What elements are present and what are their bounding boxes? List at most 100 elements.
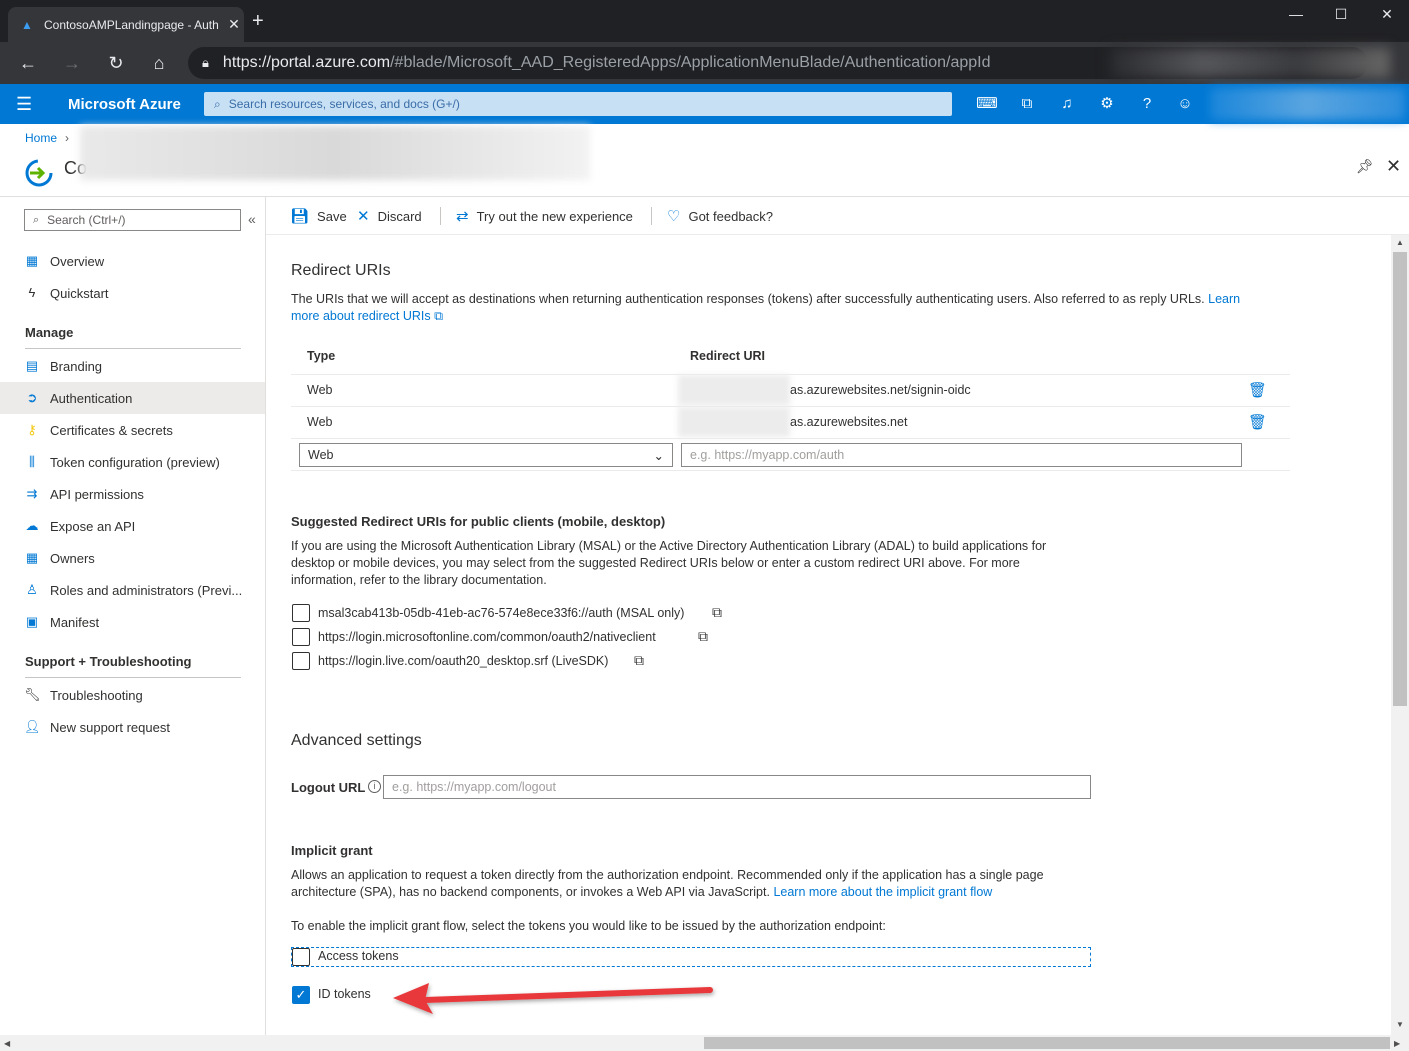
sidebar-item-manifest[interactable]: ▣ Manifest	[0, 606, 265, 638]
sidebar-item-certificates[interactable]: ⚷ Certificates & secrets	[0, 414, 265, 446]
divider	[291, 374, 1290, 375]
notifications-icon[interactable]: ♫	[1056, 94, 1078, 116]
info-icon[interactable]: i	[368, 780, 381, 793]
manage-section-header: Manage	[25, 325, 74, 340]
discard-button[interactable]: ✕ Discard	[357, 207, 422, 225]
sidebar-item-overview[interactable]: ▦ Overview	[0, 245, 265, 277]
collapse-sidebar-icon[interactable]: «	[248, 211, 256, 227]
url-path: /#blade/Microsoft_AAD_RegisteredApps/App…	[390, 54, 991, 71]
row-uri[interactable]: as.azurewebsites.net/signin-oidc	[790, 383, 971, 397]
suggested-uri-label: https://login.live.com/oauth20_desktop.s…	[318, 654, 609, 668]
new-redirect-uri-input[interactable]: e.g. https://myapp.com/auth	[681, 443, 1242, 467]
scroll-up-icon[interactable]: ▲	[1396, 238, 1404, 247]
delete-trash-icon[interactable]: 🗑︎	[1248, 413, 1267, 431]
search-icon: ⌕	[33, 213, 40, 226]
external-link-icon: ⧉	[434, 309, 444, 323]
save-button[interactable]: 💾︎ Save	[290, 207, 347, 225]
scroll-down-icon[interactable]: ▼	[1396, 1020, 1404, 1029]
implicit-desc-2-text: architecture (SPA), has no backend compo…	[291, 885, 770, 899]
forward-icon[interactable]: →	[60, 51, 84, 75]
delete-trash-icon[interactable]: 🗑︎	[1248, 381, 1267, 399]
sidebar-item-owners[interactable]: ▦ Owners	[0, 542, 265, 574]
back-icon[interactable]: ←	[16, 51, 40, 75]
settings-gear-icon[interactable]: ⚙	[1096, 94, 1118, 116]
pin-icon[interactable]: 📌︎	[1356, 158, 1374, 175]
minimize-icon[interactable]: —	[1273, 6, 1319, 22]
maximize-icon[interactable]: ☐	[1318, 6, 1364, 23]
sidebar-item-expose-api[interactable]: ☁ Expose an API	[0, 510, 265, 542]
help-icon[interactable]: ?	[1136, 94, 1158, 116]
feedback-button[interactable]: ♡ Got feedback?	[667, 207, 773, 225]
redirect-uris-heading: Redirect URIs	[291, 262, 391, 279]
sidebar-item-authentication[interactable]: ➲ Authentication	[0, 382, 265, 414]
suggested-uri-checkbox[interactable]	[292, 604, 310, 622]
close-icon[interactable]: ✕	[1386, 156, 1401, 177]
tab-close-icon[interactable]: ✕	[224, 16, 244, 33]
toolbar-separator	[440, 207, 441, 225]
api-permissions-icon: ⇉	[26, 486, 38, 501]
divider	[291, 438, 1290, 439]
breadcrumb: Home ›	[25, 131, 69, 145]
discard-x-icon: ✕	[357, 208, 370, 225]
scroll-left-icon[interactable]: ◀	[4, 1039, 10, 1048]
vertical-scroll-thumb[interactable]	[1393, 252, 1407, 706]
suggested-desc-1: If you are using the Microsoft Authentic…	[291, 539, 1047, 553]
row-uri[interactable]: as.azurewebsites.net	[790, 415, 907, 429]
divider	[25, 677, 241, 678]
cloud-shell-icon[interactable]: ⌨	[976, 94, 998, 116]
support-section-header: Support + Troubleshooting	[25, 654, 192, 669]
suggested-uri-checkbox[interactable]	[292, 628, 310, 646]
scroll-right-icon[interactable]: ▶	[1394, 1039, 1400, 1048]
directory-filter-icon[interactable]: ⧉	[1016, 94, 1038, 116]
home-icon[interactable]: ⌂	[147, 51, 171, 75]
divider	[25, 348, 241, 349]
lightning-icon: ϟ	[28, 285, 36, 300]
feedback-smiley-icon[interactable]: ☺	[1174, 94, 1196, 116]
sidebar-item-api-permissions[interactable]: ⇉ API permissions	[0, 478, 265, 510]
sidebar-item-label: Expose an API	[50, 518, 136, 534]
redacted-uri	[678, 407, 790, 437]
new-tab-icon[interactable]: +	[252, 11, 264, 31]
logout-url-input[interactable]: e.g. https://myapp.com/logout	[383, 775, 1091, 799]
divider	[291, 470, 1290, 471]
sidebar-item-token-configuration[interactable]: ⫼ Token configuration (preview)	[0, 446, 265, 478]
copy-icon[interactable]: ⧉	[698, 628, 708, 645]
horizontal-scroll-thumb[interactable]	[704, 1037, 1390, 1049]
try-new-experience-button[interactable]: ⇄ Try out the new experience	[456, 207, 633, 225]
learn-more-implicit-link[interactable]: Learn more about the implicit grant flow	[773, 885, 992, 899]
azure-search-input[interactable]: ⌕ Search resources, services, and docs (…	[204, 92, 952, 116]
redacted-title	[80, 126, 590, 180]
heart-icon: ♡	[667, 208, 681, 225]
copy-icon[interactable]: ⧉	[712, 604, 722, 621]
azure-search-placeholder: Search resources, services, and docs (G+…	[228, 97, 460, 111]
focus-outline	[291, 947, 1091, 967]
save-label: Save	[317, 208, 347, 224]
new-redirect-uri-placeholder: e.g. https://myapp.com/auth	[690, 448, 845, 462]
azure-brand[interactable]: Microsoft Azure	[68, 96, 181, 113]
sidebar-item-label: Authentication	[50, 390, 133, 406]
sidebar-item-label: Quickstart	[50, 285, 109, 301]
sidebar-item-branding[interactable]: ▤ Branding	[0, 350, 265, 382]
breadcrumb-home[interactable]: Home	[25, 131, 57, 145]
window-close-icon[interactable]: ✕	[1364, 6, 1409, 23]
redirect-type-select[interactable]: Web ⌄	[299, 443, 673, 467]
sidebar-item-label: Roles and administrators (Previ...	[50, 582, 243, 598]
sidebar-item-troubleshooting[interactable]: 🔧︎ Troubleshooting	[0, 679, 265, 711]
implicit-desc-2: architecture (SPA), has no backend compo…	[291, 884, 992, 901]
sidebar-item-new-support-request[interactable]: 👤︎ New support request	[0, 711, 265, 743]
sidebar-search-input[interactable]: ⌕ Search (Ctrl+/)	[24, 209, 241, 231]
reload-icon[interactable]: ↻	[104, 51, 128, 75]
suggested-uri-checkbox[interactable]	[292, 652, 310, 670]
grid-icon: ▦	[25, 253, 39, 268]
copy-icon[interactable]: ⧉	[634, 652, 644, 669]
browser-tab[interactable]: ▲ ContosoAMPLandingpage - Auth ✕	[8, 7, 244, 42]
wrench-icon: 🔧︎	[24, 687, 41, 702]
menu-icon[interactable]: ☰	[16, 94, 32, 115]
advanced-settings-heading: Advanced settings	[291, 732, 422, 749]
access-tokens-label: Access tokens	[318, 949, 399, 963]
sidebar-item-roles[interactable]: ♙ Roles and administrators (Previ...	[0, 574, 265, 606]
sidebar-item-label: Troubleshooting	[50, 687, 143, 703]
sidebar-item-quickstart[interactable]: ϟ Quickstart	[0, 277, 265, 309]
access-tokens-checkbox[interactable]	[292, 948, 310, 966]
id-tokens-checkbox[interactable]: ✓	[292, 986, 310, 1004]
